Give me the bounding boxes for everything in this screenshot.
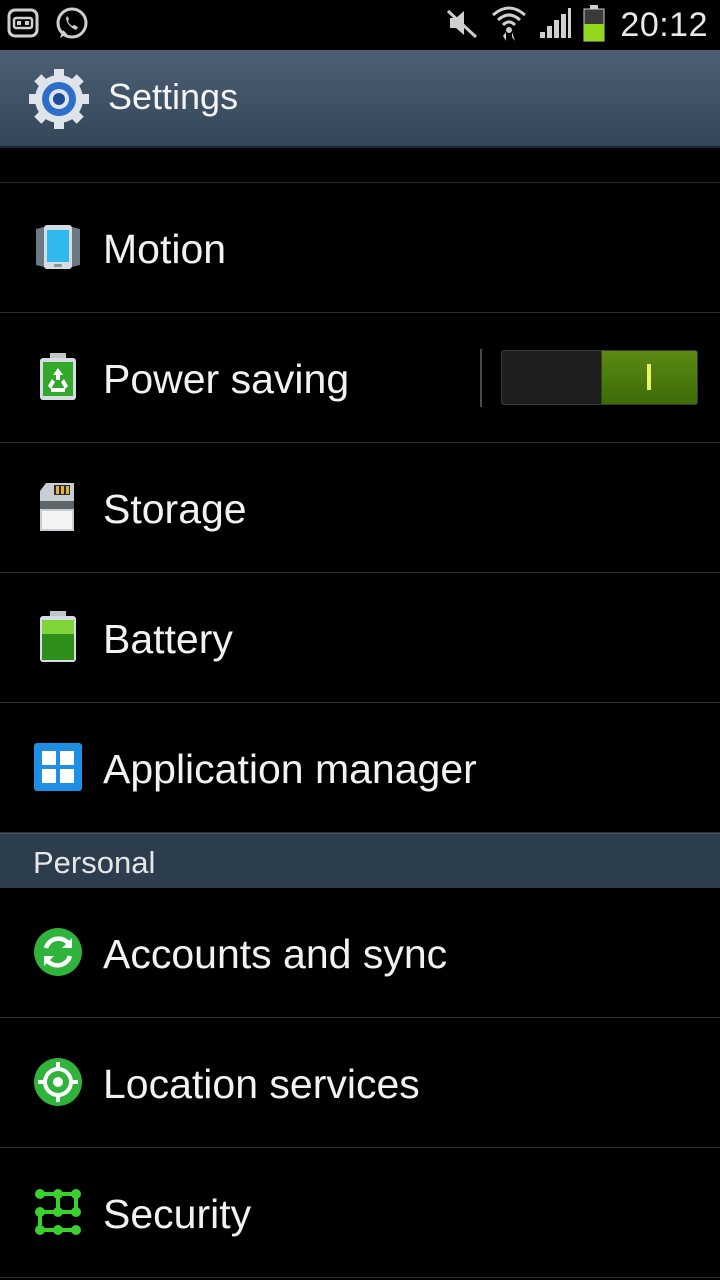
settings-item-label: Location services [103,1061,420,1107]
settings-item-battery[interactable]: Battery [0,573,720,703]
toggle-thumb[interactable] [601,351,697,404]
settings-item-label: Storage [103,486,247,532]
settings-item-label: Battery [103,616,233,662]
signal-icon [538,6,572,45]
settings-item-label: Application manager [103,746,477,792]
status-bar: 20:12 [0,0,720,50]
settings-item-storage[interactable]: Storage [0,443,720,573]
settings-item-location-services[interactable]: Location services [0,1018,720,1148]
battery-status-icon [582,4,606,47]
power-saving-toggle[interactable] [501,350,698,405]
page-title: Settings [108,76,239,117]
settings-list: Motion Power saving Storage Battery Appl… [0,148,720,1278]
application-manager-icon [32,741,84,793]
storage-icon [32,481,84,533]
list-top-divider [0,148,720,183]
motion-icon [32,221,84,273]
section-header-personal: Personal [0,833,720,888]
settings-screen: 20:12 Settings Motion Power saving Stora… [0,0,720,1280]
settings-item-label: Accounts and sync [103,931,448,977]
settings-item-label: Motion [103,226,227,272]
action-bar: Settings [0,50,720,148]
power-saving-icon [32,351,84,403]
security-pattern-icon [32,1186,84,1238]
settings-item-power-saving[interactable]: Power saving [0,313,720,443]
settings-item-accounts-and-sync[interactable]: Accounts and sync [0,888,720,1018]
toggle-divider [480,349,482,407]
sync-icon [32,926,84,978]
notification-icon [6,6,40,47]
toggle-on-mark [647,364,651,390]
clock: 20:12 [620,5,708,44]
location-icon [32,1056,84,1108]
whatsapp-icon [54,6,90,47]
settings-gear-icon[interactable] [28,68,90,130]
section-header-label: Personal [33,845,156,880]
mute-icon [444,5,480,46]
settings-item-label: Power saving [103,356,350,402]
settings-item-security[interactable]: Security [0,1148,720,1278]
battery-icon [32,611,84,663]
settings-item-motion[interactable]: Motion [0,183,720,313]
wifi-icon [490,3,528,48]
settings-item-application-manager[interactable]: Application manager [0,703,720,833]
settings-item-label: Security [103,1191,252,1237]
